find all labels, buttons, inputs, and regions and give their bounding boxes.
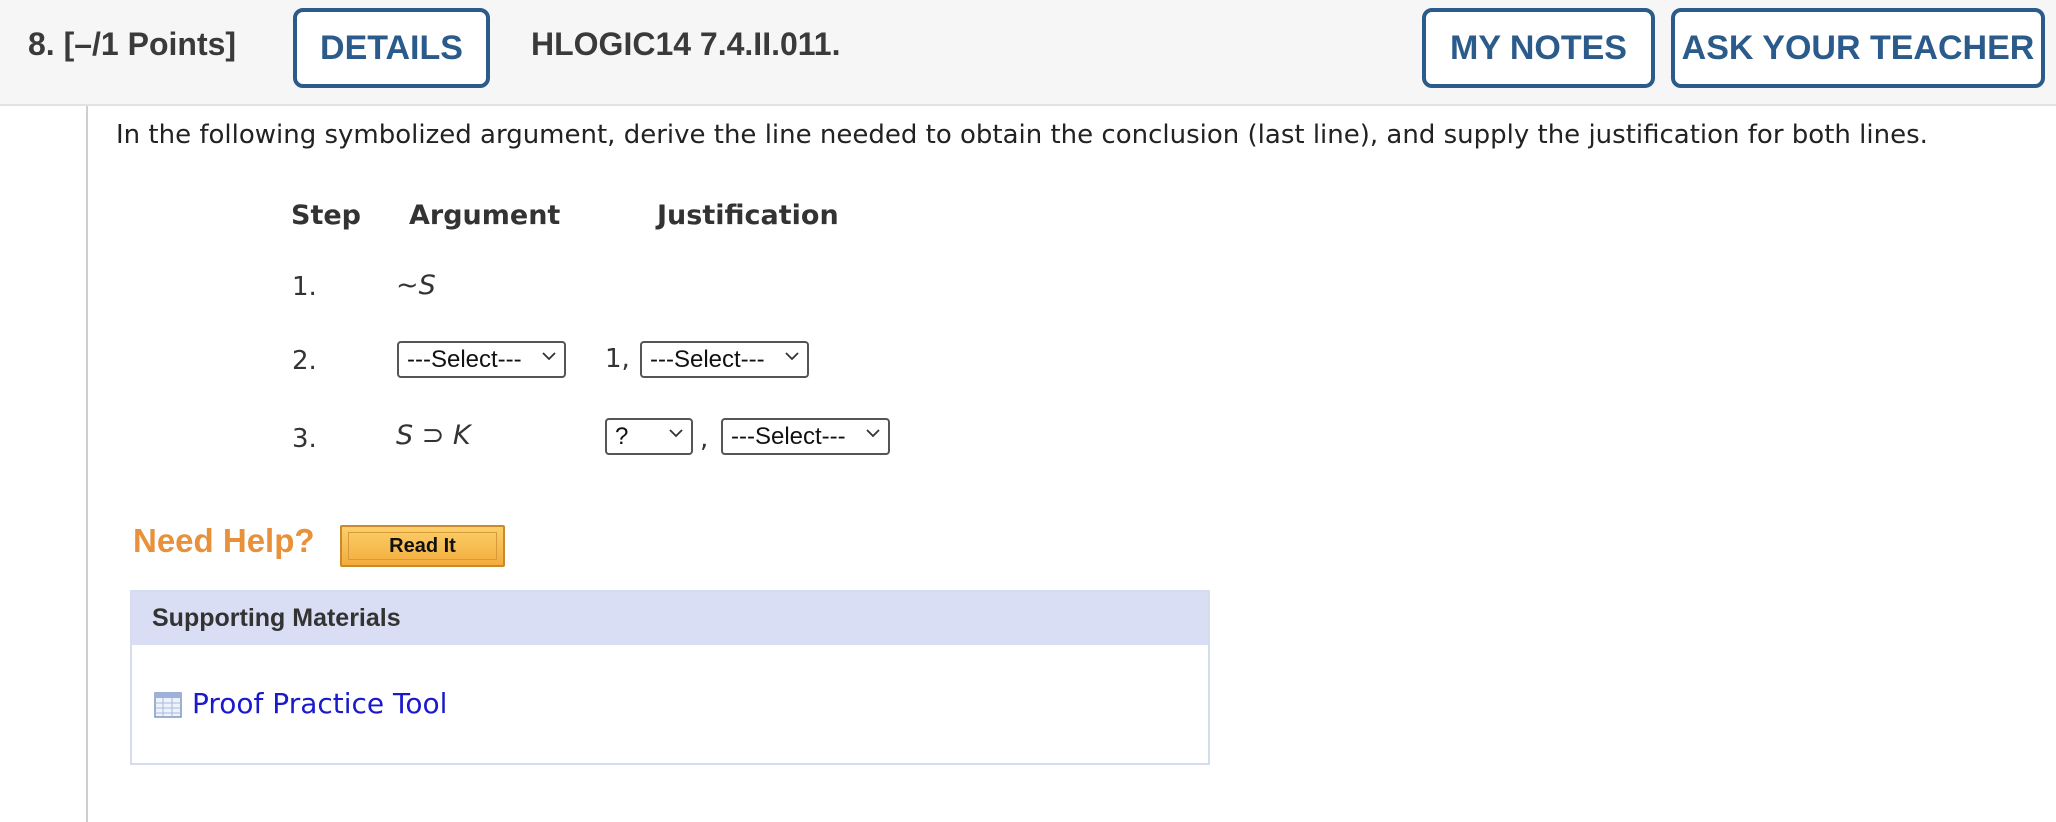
- supporting-materials-panel: Supporting Materials Proof Practice Tool: [130, 590, 1210, 765]
- step-3-line-reference-select-value: ?: [615, 422, 629, 450]
- step-3-justification-select[interactable]: ---Select---: [721, 418, 890, 455]
- column-header-step: Step: [291, 200, 361, 231]
- step-2-justification-select-value: ---Select---: [650, 345, 765, 373]
- ask-your-teacher-button[interactable]: ASK YOUR TEACHER: [1671, 8, 2045, 88]
- proof-practice-tool-link[interactable]: Proof Practice Tool: [192, 687, 447, 720]
- step-2-number: 2.: [292, 346, 317, 376]
- supporting-materials-header: Supporting Materials: [132, 592, 1208, 645]
- step-3-argument: S ⊃ K: [396, 420, 471, 451]
- column-header-argument: Argument: [409, 200, 561, 231]
- step-3-justification-select-value: ---Select---: [731, 422, 846, 450]
- need-help-label: Need Help?: [133, 522, 315, 559]
- chevron-down-icon: [542, 352, 556, 361]
- question-header: 8. [–/1 Points] DETAILS HLOGIC14 7.4.II.…: [0, 0, 2056, 106]
- question-number: 8.: [28, 26, 55, 62]
- question-code: HLOGIC14 7.4.II.011.: [531, 26, 841, 62]
- details-button[interactable]: DETAILS: [293, 8, 490, 88]
- step-3-line-reference-select[interactable]: ?: [605, 418, 693, 455]
- spreadsheet-icon: [154, 692, 182, 718]
- step-3-number: 3.: [292, 424, 317, 454]
- read-it-button[interactable]: Read It: [340, 525, 505, 567]
- step-1-argument: ~S: [396, 270, 436, 301]
- chevron-down-icon: [669, 429, 683, 438]
- step-2-argument-select[interactable]: ---Select---: [397, 341, 566, 378]
- supporting-materials-title: Supporting Materials: [152, 604, 401, 632]
- step-2-argument-select-value: ---Select---: [407, 345, 522, 373]
- step-1-number: 1.: [292, 272, 317, 302]
- column-header-justification: Justification: [657, 200, 839, 231]
- my-notes-button[interactable]: MY NOTES: [1422, 8, 1655, 88]
- question-number-points: 8. [–/1 Points]: [28, 26, 236, 63]
- question-points: [–/1 Points]: [63, 26, 237, 62]
- chevron-down-icon: [866, 429, 880, 438]
- step-2-justification-select[interactable]: ---Select---: [640, 341, 809, 378]
- step-3-separator: ,: [700, 424, 709, 454]
- chevron-down-icon: [785, 352, 799, 361]
- step-2-justification-prefix: 1,: [605, 344, 630, 374]
- left-rule-divider: [86, 106, 88, 822]
- question-instruction: In the following symbolized argument, de…: [116, 120, 1928, 150]
- read-it-label: Read It: [389, 534, 456, 557]
